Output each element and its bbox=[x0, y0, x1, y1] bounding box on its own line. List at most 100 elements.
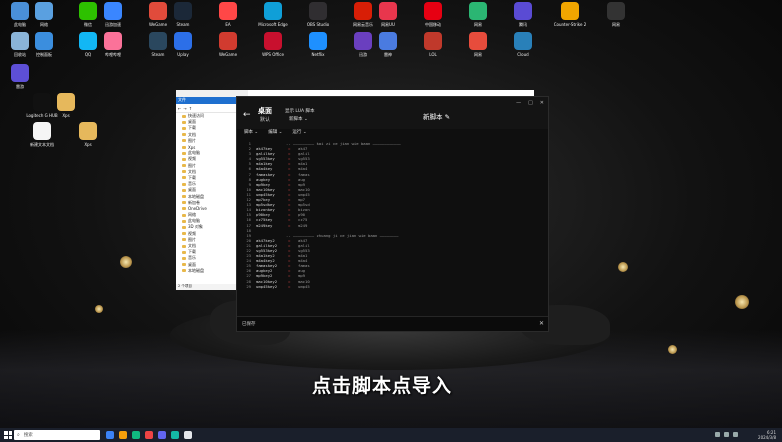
script-dropdown[interactable]: 新脚本 ⌄ bbox=[289, 116, 308, 122]
taskbar-app-icon[interactable] bbox=[171, 431, 179, 439]
desktop-icon[interactable]: Cloud bbox=[505, 32, 541, 57]
folder-icon bbox=[182, 238, 186, 242]
ribbon-tab-file[interactable]: 文件 bbox=[178, 97, 186, 102]
desktop-icon[interactable]: Steam bbox=[165, 2, 201, 27]
folder-icon bbox=[182, 195, 186, 199]
folder-icon bbox=[182, 120, 186, 124]
desktop-icon[interactable]: Netflix bbox=[300, 32, 336, 57]
taskbar-search[interactable]: ⌕ 搜索 bbox=[14, 430, 100, 440]
desktop-icon[interactable]: 网络 bbox=[26, 2, 62, 27]
desktop-icon-label: 网络 bbox=[40, 22, 48, 27]
gold-light-1 bbox=[120, 256, 132, 268]
desktop-icon[interactable]: WPS Office bbox=[255, 32, 291, 57]
code-area[interactable]: 1 -- ————————— kai zi ce jian wie baan ——… bbox=[237, 141, 548, 317]
taskbar: ⌕ 搜索 6:21 2024/3/8 bbox=[0, 428, 782, 442]
menu-run[interactable]: 运行 ⌄ bbox=[292, 129, 306, 135]
taskbar-app-icon[interactable] bbox=[119, 431, 127, 439]
desktop-icon-label: Cloud bbox=[517, 52, 529, 57]
desktop-icon[interactable]: 雷游 bbox=[2, 64, 38, 89]
app-icon bbox=[79, 122, 97, 140]
explorer-tree-label: 文档 bbox=[188, 131, 196, 137]
clock-date: 2024/3/8 bbox=[758, 435, 776, 440]
desktop-icon-label: EA bbox=[225, 22, 231, 27]
new-script-title[interactable]: 新脚本 ✎ bbox=[423, 111, 450, 121]
desktop-icon-label: 中国移动 bbox=[425, 22, 441, 27]
desktop-icon[interactable]: 哔哩哔哩 bbox=[95, 32, 131, 57]
desktop-icon[interactable]: 网易 bbox=[460, 32, 496, 57]
back-arrow-icon[interactable]: ← bbox=[243, 110, 251, 120]
desktop-icon[interactable]: LOL bbox=[415, 32, 451, 57]
folder-icon bbox=[182, 133, 186, 137]
desktop-icon-label: 雷神 bbox=[384, 52, 392, 57]
desktop-icon[interactable]: 中国移动 bbox=[415, 2, 451, 27]
desktop-icon[interactable]: 腾讯 bbox=[505, 2, 541, 27]
app-icon bbox=[33, 122, 51, 140]
close-icon[interactable]: ✕ bbox=[540, 100, 544, 106]
volume-icon[interactable] bbox=[724, 432, 729, 437]
taskbar-app-icon[interactable] bbox=[132, 431, 140, 439]
folder-icon bbox=[182, 207, 186, 211]
desktop-icon[interactable]: Xps bbox=[70, 122, 106, 147]
footer-close-icon[interactable]: ✕ bbox=[539, 320, 544, 327]
clock[interactable]: 6:21 2024/3/8 bbox=[758, 430, 776, 440]
desktop-icon-label: 控制面板 bbox=[36, 52, 52, 57]
back-icon[interactable]: ← bbox=[178, 106, 181, 111]
app-icon bbox=[104, 32, 122, 50]
desktop-icon-label: Steam bbox=[176, 22, 190, 27]
windows-start-icon[interactable] bbox=[4, 431, 12, 439]
explorer-tree-label: Xps bbox=[188, 144, 196, 150]
menu-edit[interactable]: 编辑 ⌄ bbox=[268, 129, 282, 135]
script-editor-window[interactable]: — □ ✕ ← 桌面 默认 显示 LUA 脚本 新脚本 ⌄ 新脚本 ✎ 脚本 ⌄… bbox=[236, 96, 549, 332]
folder-icon bbox=[182, 269, 186, 273]
desktop-icon[interactable]: Microsoft Edge bbox=[255, 2, 291, 27]
app-icon bbox=[514, 32, 532, 50]
folder-icon bbox=[182, 157, 186, 161]
explorer-tree-label: 桌面 bbox=[188, 261, 196, 267]
folder-icon bbox=[182, 250, 186, 254]
maximize-icon[interactable]: □ bbox=[528, 100, 533, 106]
desktop-icon-label: 迅游加速 bbox=[105, 22, 121, 27]
pencil-icon[interactable]: ✎ bbox=[445, 113, 450, 121]
minimize-icon[interactable]: — bbox=[516, 100, 521, 106]
editor-menu: 脚本 ⌄ 编辑 ⌄ 运行 ⌄ bbox=[244, 129, 307, 135]
desktop-icon[interactable]: 网易 bbox=[460, 2, 496, 27]
folder-icon bbox=[182, 114, 186, 118]
app-icon bbox=[309, 2, 327, 20]
folder-icon bbox=[182, 225, 186, 229]
desktop-icon[interactable]: Xps bbox=[48, 93, 84, 118]
desktop-icon[interactable]: 网易UU bbox=[370, 2, 406, 27]
desktop-icon[interactable]: 新建文本文档 bbox=[24, 122, 60, 147]
desktop-icon[interactable]: 控制面板 bbox=[26, 32, 62, 57]
network-icon[interactable] bbox=[715, 432, 720, 437]
explorer-tree-label: 视频 bbox=[188, 230, 196, 236]
code-line[interactable]: 29 ump45key2 = ump45 bbox=[237, 284, 548, 289]
desktop-icon[interactable]: Uplay bbox=[165, 32, 201, 57]
desktop-icon[interactable]: 雷神 bbox=[370, 32, 406, 57]
desktop-icon-label: 网易UU bbox=[381, 22, 395, 27]
explorer-tree-label: 下载 bbox=[188, 125, 196, 131]
taskbar-app-icon[interactable] bbox=[158, 431, 166, 439]
desktop-icon[interactable]: 网易 bbox=[598, 2, 634, 27]
desktop-icon-label: Xps bbox=[62, 113, 70, 118]
explorer-tree-label: 文档 bbox=[188, 168, 196, 174]
taskbar-app-icon[interactable] bbox=[145, 431, 153, 439]
folder-icon bbox=[182, 164, 186, 168]
folder-icon bbox=[182, 232, 186, 236]
desktop-icon[interactable]: WeGame bbox=[210, 32, 246, 57]
desktop-icon[interactable]: 迅游加速 bbox=[95, 2, 131, 27]
ime-icon[interactable] bbox=[733, 432, 738, 437]
folder-icon bbox=[182, 244, 186, 248]
menu-script[interactable]: 脚本 ⌄ bbox=[244, 129, 258, 135]
explorer-tree-label: 图片 bbox=[188, 162, 196, 168]
editor-subtitle: 默认 bbox=[260, 117, 271, 123]
desktop-icon[interactable]: EA bbox=[210, 2, 246, 27]
desktop-icon-label: 雷游 bbox=[16, 84, 24, 89]
desktop-icon[interactable]: Counter-Strike 2 bbox=[552, 2, 588, 27]
desktop-icon[interactable]: OBS Studio bbox=[300, 2, 336, 27]
forward-icon[interactable]: → bbox=[183, 106, 186, 111]
app-icon bbox=[57, 93, 75, 111]
taskbar-app-icon[interactable] bbox=[184, 431, 192, 439]
folder-icon bbox=[182, 176, 186, 180]
taskbar-app-icon[interactable] bbox=[106, 431, 114, 439]
up-icon[interactable]: ↑ bbox=[189, 106, 192, 111]
